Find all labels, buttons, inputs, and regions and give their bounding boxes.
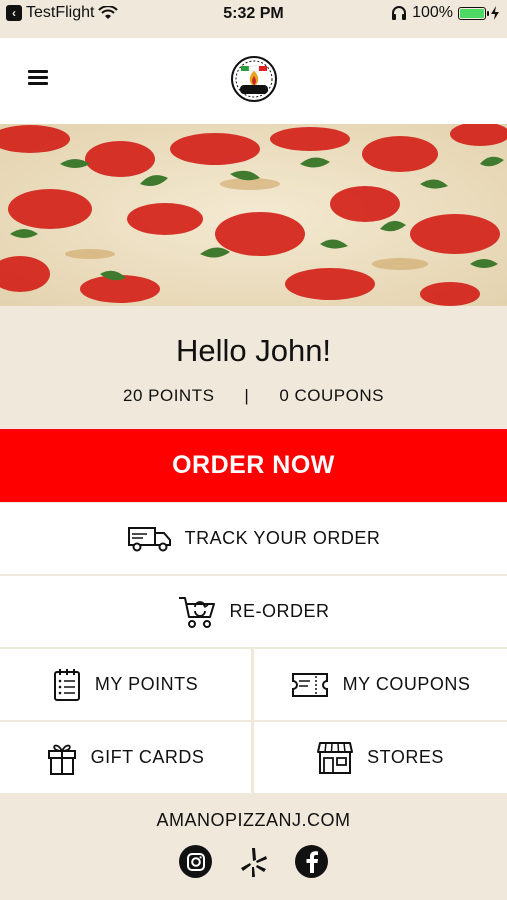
ticket-coupon-icon [291, 672, 328, 697]
stats-separator: | [244, 386, 250, 405]
brand-logo[interactable] [231, 56, 277, 102]
facebook-icon[interactable] [295, 845, 328, 878]
battery-icon [458, 6, 489, 20]
delivery-truck-icon [127, 526, 171, 551]
notepad-list-icon [53, 668, 80, 701]
points-count: 20 POINTS [123, 386, 215, 405]
greeting-panel: Hello John! 20 POINTS | 0 COUPONS [0, 306, 507, 428]
social-links [0, 845, 507, 878]
instagram-icon[interactable] [179, 845, 212, 878]
my-points-button[interactable]: MY POINTS [0, 649, 251, 720]
track-order-button[interactable]: TRACK YOUR ORDER [0, 503, 507, 574]
headphones-icon [392, 6, 407, 20]
charging-bolt-icon [491, 6, 499, 20]
hamburger-menu-icon[interactable] [28, 70, 48, 86]
gift-box-icon [47, 744, 76, 775]
track-order-label: TRACK YOUR ORDER [184, 528, 381, 548]
storefront-icon [317, 741, 354, 774]
battery-percent: 100% [412, 4, 453, 21]
website-link[interactable]: AMANOPIZZANJ.COM [0, 810, 507, 831]
gift-cards-label: GIFT CARDS [90, 747, 205, 767]
coupons-count: 0 COUPONS [279, 386, 384, 405]
rewards-summary: 20 POINTS | 0 COUPONS [0, 386, 507, 406]
yelp-icon[interactable] [237, 845, 270, 878]
footer: AMANOPIZZANJ.COM [0, 795, 507, 900]
stores-button[interactable]: STORES [254, 722, 507, 793]
order-now-button[interactable]: ORDER NOW [0, 429, 507, 502]
my-coupons-label: MY COUPONS [342, 674, 471, 694]
my-coupons-button[interactable]: MY COUPONS [254, 649, 507, 720]
greeting-title: Hello John! [175, 333, 332, 368]
gift-cards-button[interactable]: GIFT CARDS [0, 722, 251, 793]
pizza-hero-image [0, 124, 507, 306]
my-points-label: MY POINTS [94, 674, 199, 694]
status-bar: ‹ TestFlight 5:32 PM 100% [0, 0, 507, 30]
reorder-button[interactable]: RE-ORDER [0, 576, 507, 647]
shopping-cart-refresh-icon [179, 596, 216, 628]
nav-bar [0, 38, 507, 124]
reorder-label: RE-ORDER [229, 601, 330, 621]
stores-label: STORES [367, 747, 444, 767]
status-right: 100% [391, 4, 499, 22]
